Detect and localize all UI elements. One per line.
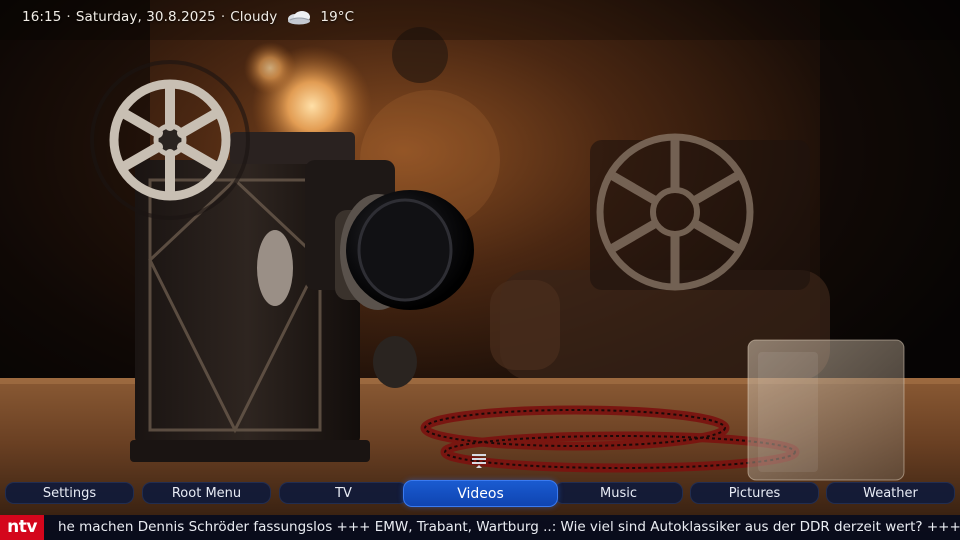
ticker-headlines: he machen Dennis Schröder fassungslos ++… — [58, 519, 960, 535]
menu-item-tv[interactable]: TV — [279, 482, 408, 504]
screen: 16:15 · Saturday, 30.8.2025 · Cloudy 19°… — [0, 0, 960, 540]
menu-item-pictures[interactable]: Pictures — [690, 482, 819, 504]
separator: · — [66, 9, 71, 25]
menu-item-root-menu[interactable]: Root Menu — [142, 482, 271, 504]
weather-condition: Cloudy — [230, 9, 278, 25]
menu-item-settings[interactable]: Settings — [5, 482, 134, 504]
ntv-logo: ntv — [0, 515, 44, 540]
hamburger-menu-icon[interactable] — [471, 452, 487, 468]
menu-item-videos[interactable]: Videos — [403, 480, 558, 507]
temperature: 19°C — [320, 9, 355, 25]
separator: · — [220, 9, 226, 25]
menu-item-music[interactable]: Music — [554, 482, 683, 504]
clock-time: 16:15 — [22, 9, 62, 25]
main-menu-bar: Settings Root Menu TV Music Pictures Wea… — [0, 480, 960, 508]
status-bar: 16:15 · Saturday, 30.8.2025 · Cloudy 19°… — [22, 7, 354, 27]
cloudy-icon — [286, 9, 312, 25]
menu-item-weather[interactable]: Weather — [826, 482, 955, 504]
news-ticker: ntv he machen Dennis Schröder fassungslo… — [0, 515, 960, 540]
current-date: Saturday, 30.8.2025 — [75, 9, 216, 25]
